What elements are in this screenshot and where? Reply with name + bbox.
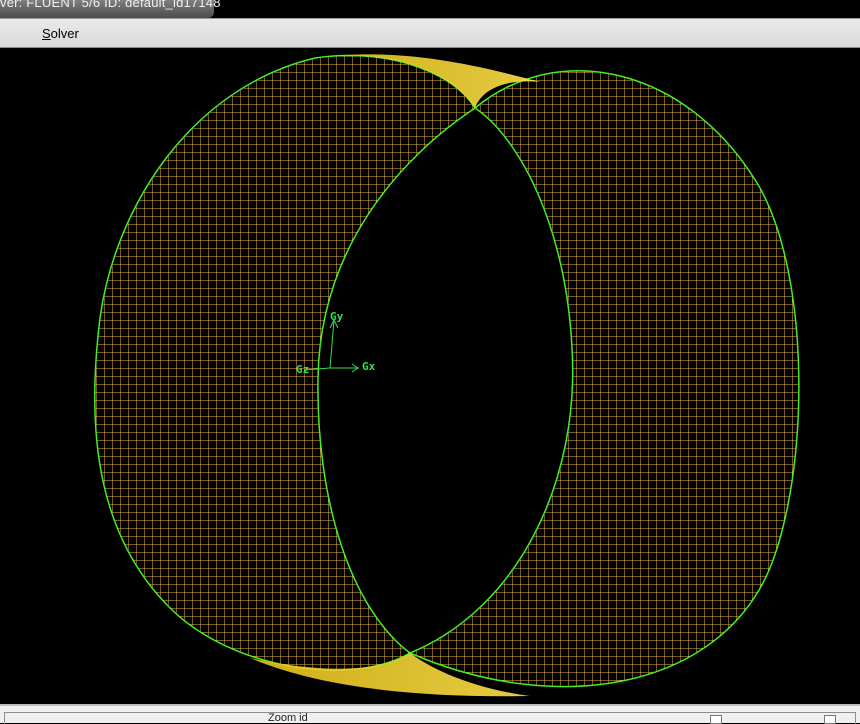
axis-label-x: Gx — [362, 360, 376, 373]
graphics-viewport[interactable]: Gx Gy Gz — [0, 48, 860, 704]
menu-bar: Solver — [0, 18, 860, 48]
axis-label-y: Gy — [330, 310, 344, 323]
axis-label-z: Gz — [296, 363, 309, 376]
menu-solver-label: olver — [50, 26, 79, 41]
window-title: ver: FLUENT 5/6 ID: default_id17148 — [0, 0, 221, 10]
mesh-display: Gx Gy Gz — [93, 54, 800, 697]
status-bar: Zoom id — [0, 704, 860, 724]
menu-solver-accelerator: S — [42, 26, 51, 41]
cylinder-front-shell — [93, 54, 477, 671]
status-text: Zoom id — [268, 712, 308, 724]
window-title-bar[interactable]: ver: FLUENT 5/6 ID: default_id17148 — [0, 0, 860, 18]
cylinder-back-shell — [408, 70, 800, 688]
status-frame — [4, 712, 856, 724]
menu-solver[interactable]: Solver — [42, 26, 79, 41]
